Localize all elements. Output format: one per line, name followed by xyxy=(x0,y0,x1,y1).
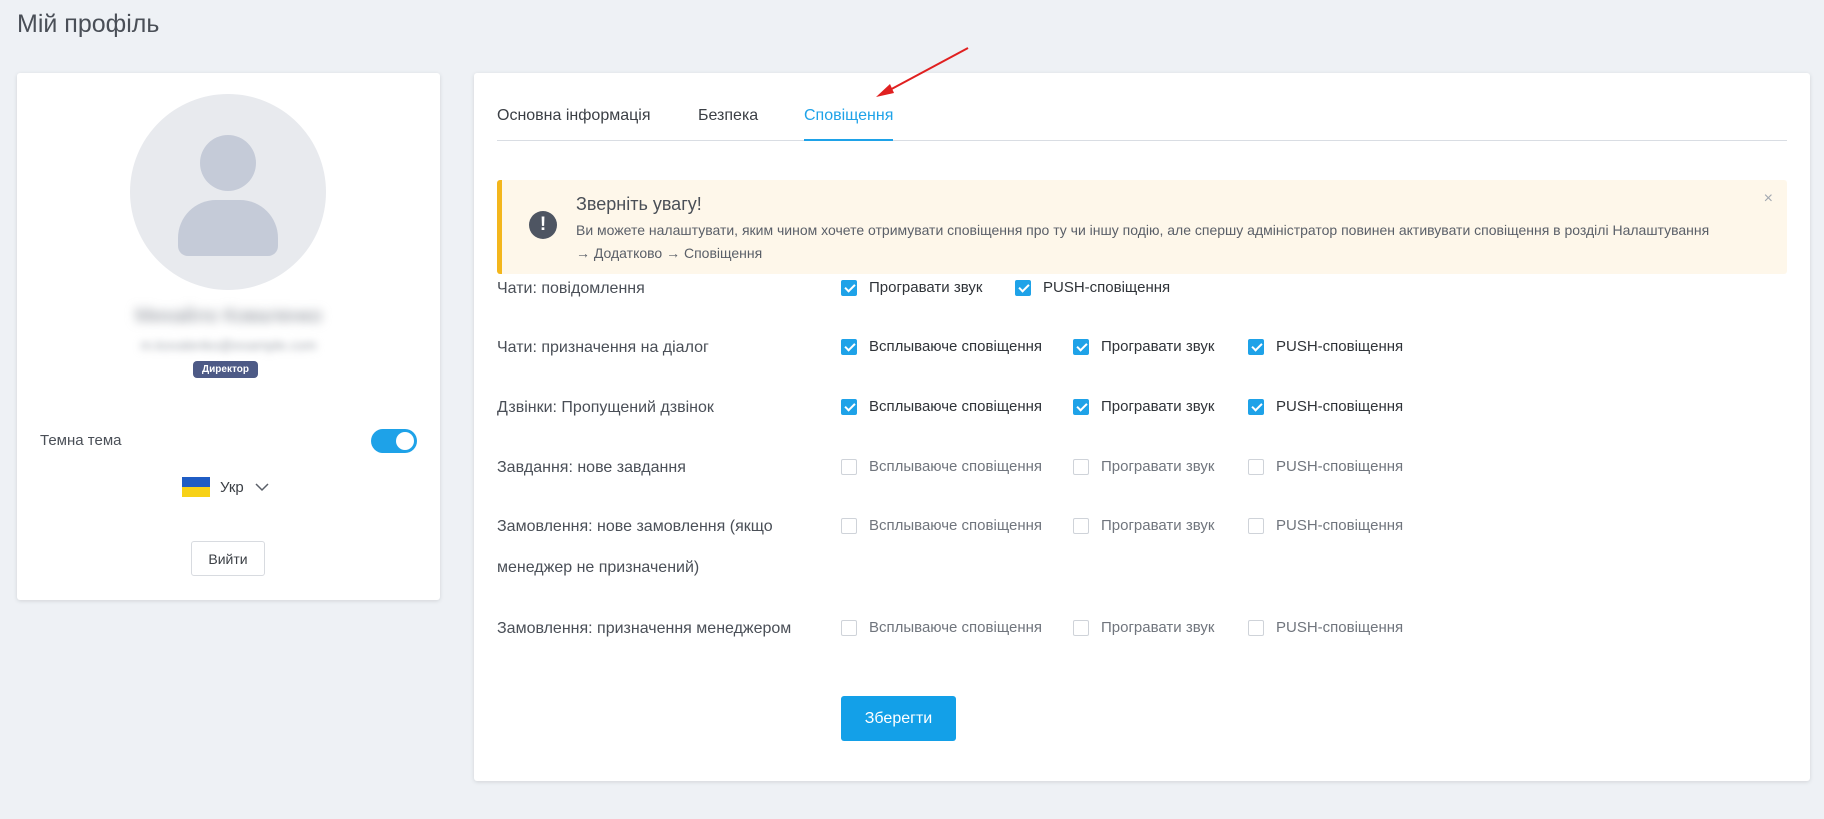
tab-notifications[interactable]: Сповіщення xyxy=(804,107,894,141)
language-select[interactable]: Укр xyxy=(182,474,270,500)
popup-checkbox[interactable] xyxy=(841,458,857,475)
push-label: PUSH-сповіщення xyxy=(1043,279,1171,296)
settings-row-label: Замовлення: призначення менеджером xyxy=(497,620,792,637)
popup-option[interactable]: Всплываюче сповіщення xyxy=(841,517,1042,534)
push-option[interactable]: PUSH-сповіщення xyxy=(1248,458,1403,475)
sound-checkbox[interactable] xyxy=(1073,398,1089,415)
annotation-arrow-icon xyxy=(876,47,969,97)
popup-checkbox[interactable] xyxy=(841,338,857,355)
sound-label: Програвати звук xyxy=(1101,619,1215,636)
settings-row-label: Замовлення: нове замовлення (якщо менедж… xyxy=(497,518,773,576)
notifications-panel: Основна інформація Безпека Сповіщення ! … xyxy=(474,73,1810,781)
sound-option[interactable]: Програвати звук xyxy=(841,279,982,296)
sound-label: Програвати звук xyxy=(869,279,983,296)
popup-checkbox[interactable] xyxy=(841,517,857,534)
push-label: PUSH-сповіщення xyxy=(1276,517,1404,534)
popup-option[interactable]: Всплываюче сповіщення xyxy=(841,619,1042,636)
push-checkbox[interactable] xyxy=(1015,279,1031,296)
push-option[interactable]: PUSH-сповіщення xyxy=(1248,517,1403,534)
push-option[interactable]: PUSH-сповіщення xyxy=(1248,338,1403,355)
push-checkbox[interactable] xyxy=(1248,398,1264,415)
sound-option[interactable]: Програвати звук xyxy=(1073,398,1214,415)
popup-label: Всплываюче сповіщення xyxy=(869,458,1043,475)
close-icon[interactable]: × xyxy=(1764,190,1773,208)
info-alert: ! Зверніть увагу! Ви можете налаштувати,… xyxy=(497,180,1787,274)
logout-button[interactable]: Вийти xyxy=(191,541,265,576)
sound-label: Програвати звук xyxy=(1101,338,1215,355)
chevron-down-icon xyxy=(255,483,269,492)
toggle-knob xyxy=(396,432,414,450)
settings-row-label: Чати: повідомлення xyxy=(497,280,645,297)
popup-option[interactable]: Всплываюче сповіщення xyxy=(841,458,1042,475)
popup-option[interactable]: Всплываюче сповіщення xyxy=(841,338,1042,355)
alert-title: Зверніть увагу! xyxy=(576,194,702,214)
tab-main-info[interactable]: Основна інформація xyxy=(497,107,651,141)
popup-option[interactable]: Всплываюче сповіщення xyxy=(841,398,1042,415)
alert-text: Ви можете налаштувати, яким чином хочете… xyxy=(576,222,1710,261)
sound-checkbox[interactable] xyxy=(1073,458,1089,475)
sound-label: Програвати звук xyxy=(1101,517,1215,534)
sound-option[interactable]: Програвати звук xyxy=(1073,338,1214,355)
push-label: PUSH-сповіщення xyxy=(1276,398,1404,415)
popup-label: Всплываюче сповіщення xyxy=(869,398,1043,415)
language-value: Укр xyxy=(220,478,244,496)
sound-option[interactable]: Програвати звук xyxy=(1073,619,1214,636)
push-option[interactable]: PUSH-сповіщення xyxy=(1248,619,1403,636)
popup-checkbox[interactable] xyxy=(841,398,857,415)
sound-label: Програвати звук xyxy=(1101,398,1215,415)
dark-theme-toggle[interactable] xyxy=(371,429,417,453)
popup-label: Всплываюче сповіщення xyxy=(869,517,1043,534)
avatar xyxy=(130,94,326,290)
push-label: PUSH-сповіщення xyxy=(1276,338,1404,355)
profile-email: m.kovalenko@example.com xyxy=(140,337,317,353)
popup-label: Всплываюче сповіщення xyxy=(869,619,1043,636)
avatar-head-shape xyxy=(200,135,256,191)
tab-bar: Основна інформація Безпека Сповіщення xyxy=(497,107,1787,141)
avatar-body-shape xyxy=(178,200,278,256)
push-label: PUSH-сповіщення xyxy=(1276,458,1404,475)
settings-row-label: Чати: призначення на діалог xyxy=(497,339,709,356)
push-checkbox[interactable] xyxy=(1248,458,1264,475)
popup-checkbox[interactable] xyxy=(841,619,857,636)
save-button[interactable]: Зберегти xyxy=(841,696,956,741)
sound-option[interactable]: Програвати звук xyxy=(1073,517,1214,534)
dark-theme-label: Темна тема xyxy=(40,432,122,449)
profile-card: Михайло Коваленко m.kovalenko@example.co… xyxy=(17,73,440,600)
sound-checkbox[interactable] xyxy=(1073,338,1089,355)
profile-name: Михайло Коваленко xyxy=(135,305,322,327)
settings-row-label: Завдання: нове завдання xyxy=(497,459,686,476)
push-option[interactable]: PUSH-сповіщення xyxy=(1015,279,1170,296)
sound-checkbox[interactable] xyxy=(841,279,857,296)
push-option[interactable]: PUSH-сповіщення xyxy=(1248,398,1403,415)
sound-option[interactable]: Програвати звук xyxy=(1073,458,1214,475)
push-checkbox[interactable] xyxy=(1248,619,1264,636)
settings-row-label: Дзвінки: Пропущений дзвінок xyxy=(497,399,714,416)
sound-checkbox[interactable] xyxy=(1073,619,1089,636)
tab-security[interactable]: Безпека xyxy=(698,107,758,141)
role-badge: Директор xyxy=(193,361,258,378)
page-title: Мій профіль xyxy=(17,10,160,38)
sound-checkbox[interactable] xyxy=(1073,517,1089,534)
push-checkbox[interactable] xyxy=(1248,517,1264,534)
popup-label: Всплываюче сповіщення xyxy=(869,338,1043,355)
ukraine-flag-icon xyxy=(182,477,210,497)
push-label: PUSH-сповіщення xyxy=(1276,619,1404,636)
sound-label: Програвати звук xyxy=(1101,458,1215,475)
push-checkbox[interactable] xyxy=(1248,338,1264,355)
exclamation-icon: ! xyxy=(529,211,557,239)
